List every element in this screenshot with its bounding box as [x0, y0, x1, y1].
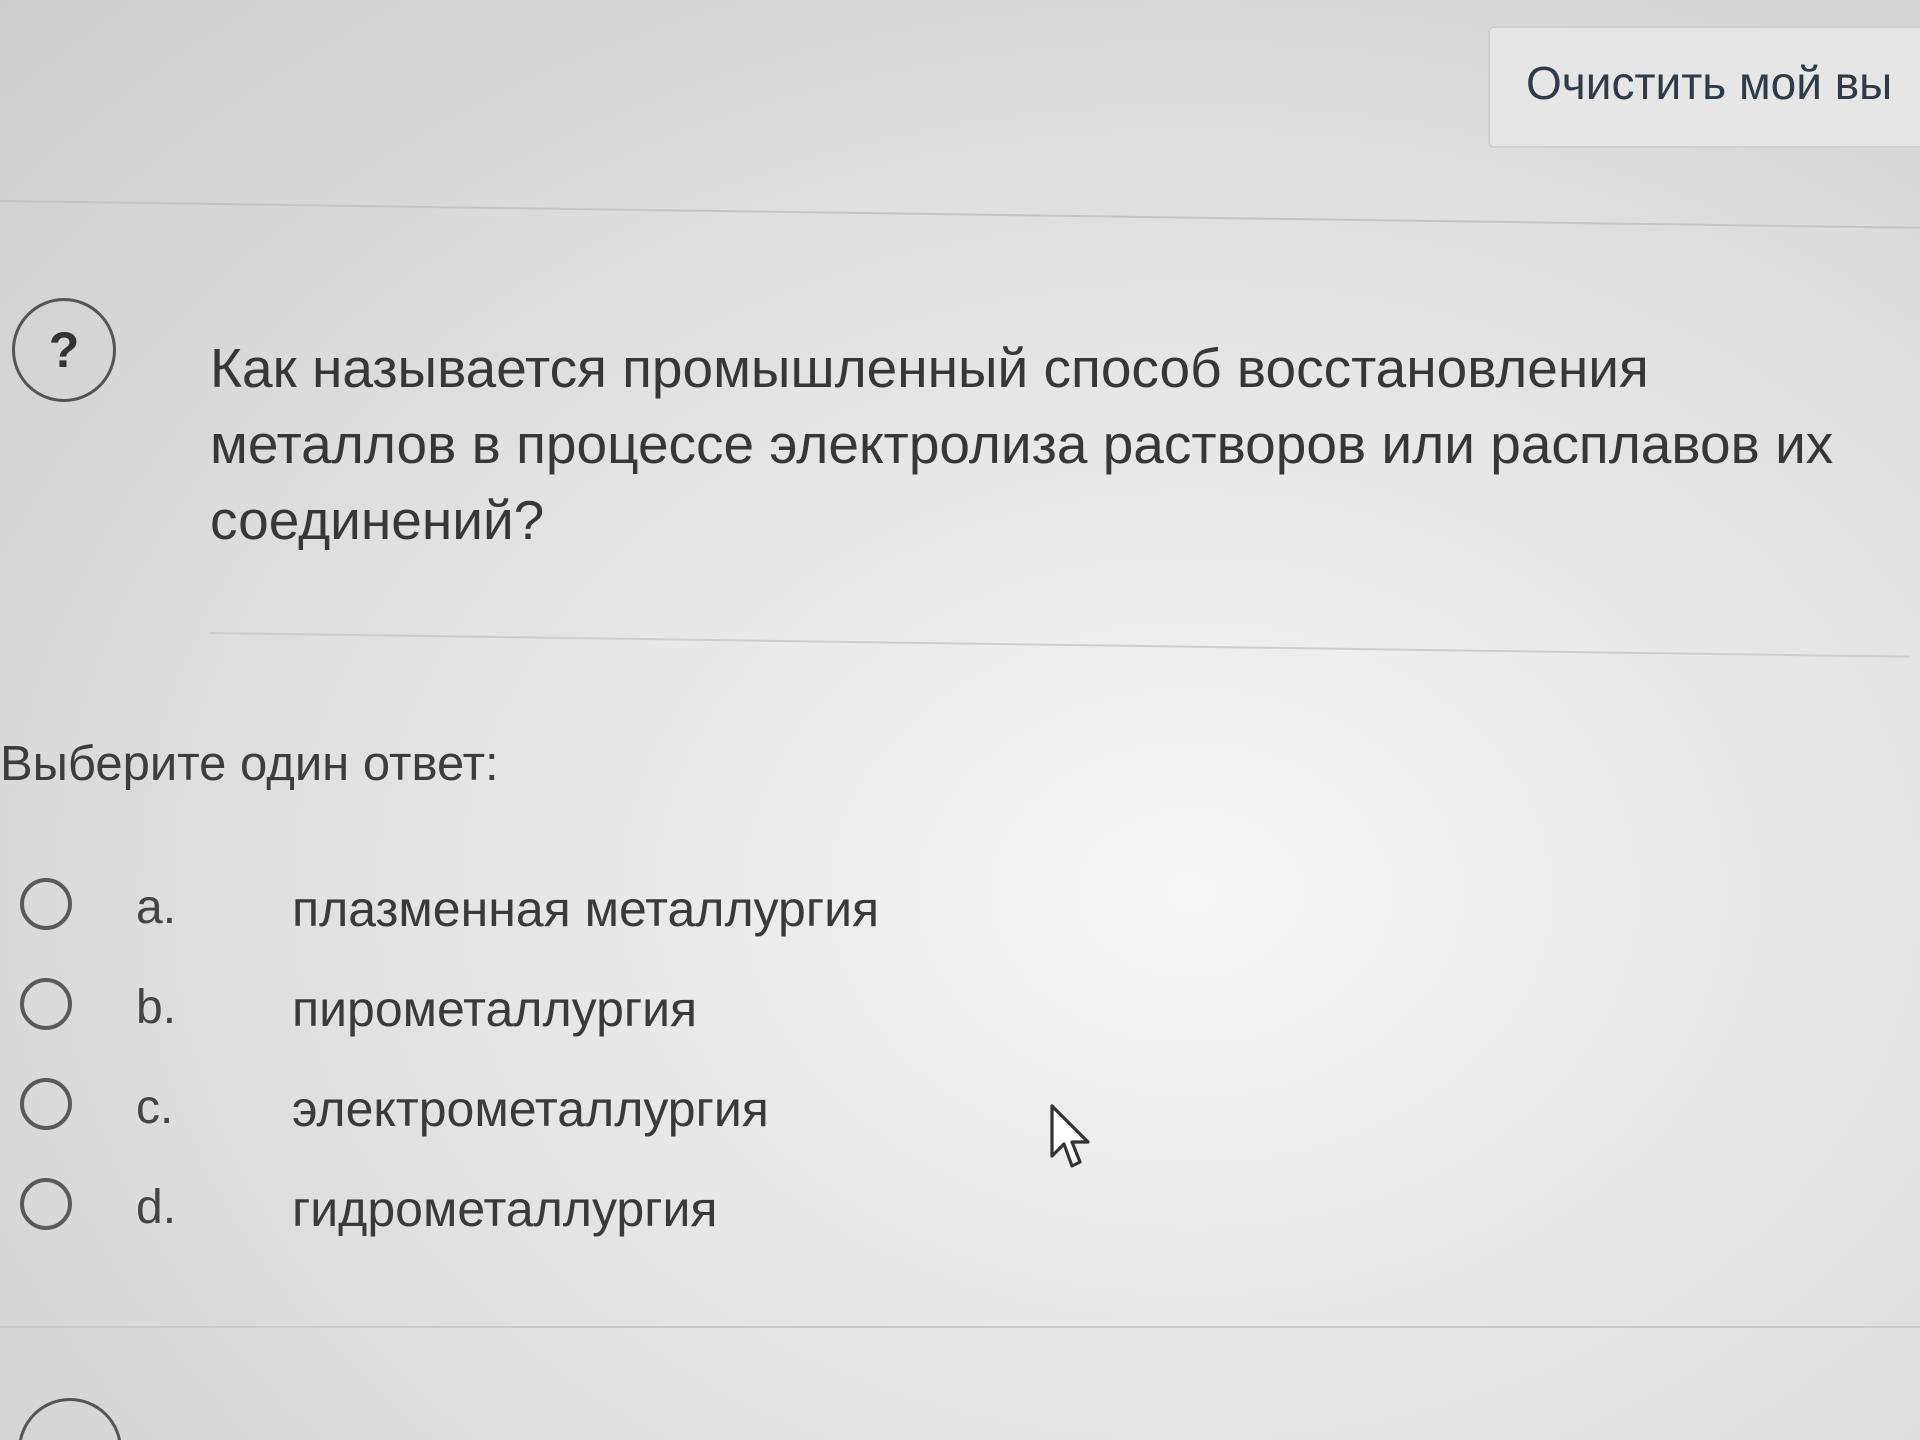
answer-option-b[interactable]: b. пирометаллургия	[0, 958, 1200, 1058]
answer-option-a[interactable]: a. плазменная металлургия	[0, 858, 1200, 958]
option-letter-d: d.	[136, 1181, 177, 1234]
answer-option-c[interactable]: c. электрометаллургия	[0, 1058, 1200, 1158]
question-divider	[209, 632, 1910, 658]
question-mark-icon: ?	[12, 298, 116, 402]
question-text: Как называется промышленный способ восст…	[210, 337, 1834, 551]
option-label-a[interactable]: плазменная металлургия	[292, 880, 879, 938]
answer-prompt: Выберите один ответ:	[0, 737, 499, 791]
answer-options: a. плазменная металлургия b. пирометаллу…	[0, 858, 1200, 1258]
option-label-d[interactable]: гидрометаллургия	[292, 1180, 717, 1238]
option-label-c[interactable]: электрометаллургия	[292, 1080, 769, 1138]
quiz-page: Очистить мой вы ? Как называется промышл…	[0, 0, 1920, 1440]
radio-button-c[interactable]	[20, 1078, 72, 1130]
next-question-icon	[18, 1398, 122, 1440]
header-divider	[0, 200, 1920, 229]
option-letter-c: c.	[136, 1081, 174, 1134]
option-letter-b: b.	[136, 981, 177, 1034]
radio-button-b[interactable]	[20, 978, 72, 1030]
radio-button-d[interactable]	[20, 1178, 72, 1230]
radio-button-a[interactable]	[20, 878, 72, 930]
clear-my-choice-button[interactable]: Очистить мой вы	[1488, 26, 1920, 148]
mouse-pointer-icon	[1050, 1104, 1090, 1168]
option-letter-a: a.	[136, 881, 177, 934]
answer-option-d[interactable]: d. гидрометаллургия	[0, 1158, 1200, 1258]
footer-divider	[0, 1326, 1920, 1328]
option-label-b[interactable]: пирометаллургия	[292, 980, 697, 1038]
